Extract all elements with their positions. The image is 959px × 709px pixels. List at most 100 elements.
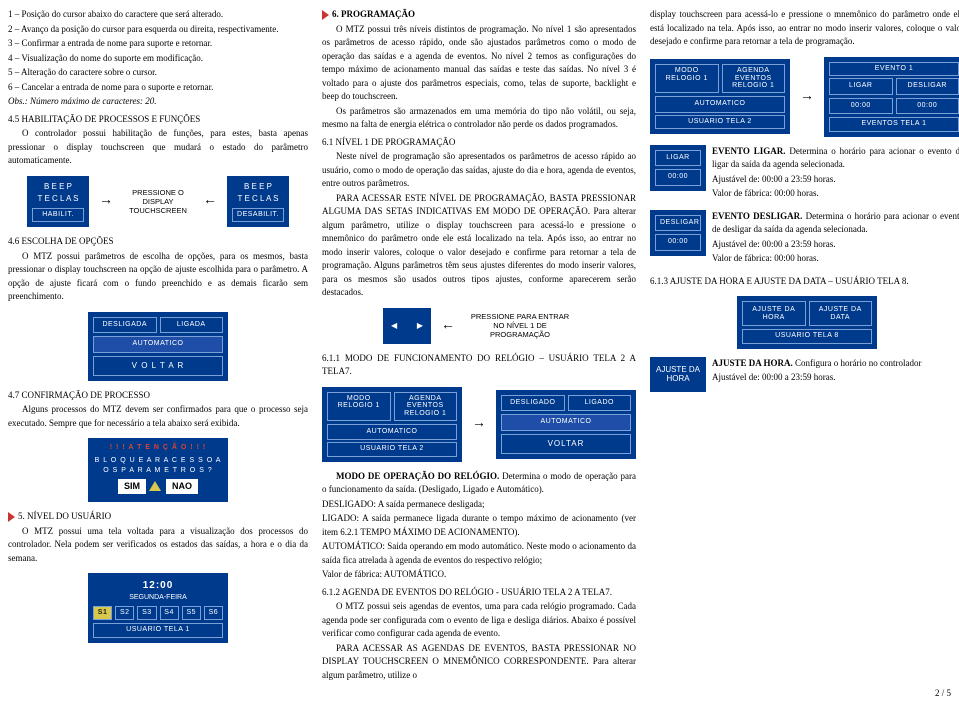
lbl-automatico: AUTOMATICO: [327, 424, 457, 441]
time-ligar: 00:00: [829, 98, 893, 115]
btn-voltar: V O L T A R: [93, 356, 223, 376]
caption: PRESSIONE O DISPLAY TOUCHSCREEN: [123, 188, 193, 215]
section-6-1-3: 6.1.3 AJUSTE DA HORA E AJUSTE DA DATA – …: [650, 275, 959, 289]
screen-desligar: DESLIGAR 00:00: [650, 210, 706, 256]
paragraph: PARA ACESSAR AS AGENDAS DE EVENTOS, BAST…: [322, 642, 636, 683]
btn-ligar: LIGAR: [655, 150, 701, 167]
btn-ajuste-hora: AJUSTE DA HORA: [742, 301, 806, 326]
diagram-opcoes: DESLIGADA LIGADA AUTOMATICO V O L T A R: [8, 312, 308, 381]
column-2: 6. PROGRAMAÇÃO O MTZ possui três níveis …: [322, 8, 636, 683]
s5: S5: [182, 606, 201, 621]
usuario-tela-2: USUARIO TELA 2: [655, 115, 785, 130]
screen-agenda-src: MODO RELOGIO 1 AGENDA EVENTOS RELOGIO 1 …: [650, 59, 790, 134]
section-6-title: 6. PROGRAMAÇÃO: [332, 9, 415, 19]
subhead: AJUSTE DA HORA.: [712, 358, 793, 368]
line: 5 – Alteração do caractere sobre o curso…: [8, 66, 308, 80]
line: 2 – Avanço da posição do cursor para esq…: [8, 23, 308, 37]
row-ajuste-hora: AJUSTE DA HORA AJUSTE DA HORA. Configura…: [650, 357, 959, 392]
line: LIGADO: A saída permanece ligada durante…: [322, 512, 636, 539]
btn-nao: NAO: [166, 479, 198, 495]
screen-evento1: EVENTO 1 LIGAR DESLIGAR 00:00 00:00 EVEN…: [824, 57, 959, 137]
s2: S2: [115, 606, 134, 621]
state-desabilit: DESABILIT.: [232, 208, 284, 223]
btn-desligar: DESLIGAR: [655, 215, 701, 232]
section-4-5: 4.5 HABILITAÇÃO DE PROCESSOS E FUNÇÕES: [8, 113, 308, 127]
screen-confirm: ! ! ! A T E N Ç Ã O ! ! ! B L O Q U E A …: [88, 438, 228, 502]
screen-ligar: LIGAR 00:00: [650, 145, 706, 191]
line: DESLIGADO: A saída permanece desligada;: [322, 498, 636, 512]
label: B E E P: [32, 181, 84, 193]
line: AUTOMÁTICO: Saída operando em modo autom…: [322, 540, 636, 567]
opt-desligada: DESLIGADA: [93, 317, 157, 334]
lbl-automatico: AUTOMATICO: [655, 96, 785, 113]
subhead: EVENTO LIGAR.: [712, 146, 785, 156]
btn-sim: SIM: [118, 479, 146, 495]
line: 4 – Visualização do nome do suporte em m…: [8, 52, 308, 66]
diagram-agenda: MODO RELOGIO 1 AGENDA EVENTOS RELOGIO 1 …: [650, 57, 959, 137]
line: Valor de fábrica: 00:00 horas.: [712, 187, 959, 201]
time: 00:00: [655, 234, 701, 251]
triangle-icon: [8, 512, 15, 522]
btn-modo-relogio: MODO RELOGIO 1: [655, 64, 719, 93]
triangle-icon: [322, 10, 329, 20]
section-6-1-2: 6.1.2 AGENDA DE EVENTOS DO RELÓGIO - USU…: [322, 586, 636, 600]
label: T E C L A S: [32, 193, 84, 205]
screen-beep-desabilit: B E E P T E C L A S DESABILIT.: [227, 176, 289, 228]
btn-agenda-eventos: AGENDA EVENTOS RELOGIO 1: [722, 64, 786, 93]
line: 6 – Cancelar a entrada de nome para o su…: [8, 81, 308, 95]
paragraph: O MTZ possui três níveis distintos de pr…: [322, 23, 636, 104]
s4: S4: [160, 606, 179, 621]
btn-agenda-eventos: AGENDA EVENTOS RELOGIO 1: [394, 392, 458, 421]
lbl-ajuste-hora: AJUSTE DA HORA: [655, 365, 701, 384]
label: T E C L A S: [232, 193, 284, 205]
text: Configura o horário no controlador: [793, 358, 922, 368]
screen-ajuste: AJUSTE DA HORA AJUSTE DA DATA USUARIO TE…: [737, 296, 877, 349]
paragraph: O MTZ possui seis agendas de eventos, um…: [322, 600, 636, 641]
paragraph: O MTZ possui uma tela voltada para a vis…: [8, 525, 308, 566]
paragraph: MODO DE OPERAÇÃO DO RELÓGIO. Determina o…: [322, 470, 636, 497]
clock: 12:00: [93, 578, 223, 593]
section-5: 5. NÍVEL DO USUÁRIO: [8, 510, 308, 524]
warn-question: B L O Q U E A R A C E S S O A O S P A R …: [93, 456, 223, 477]
paragraph: Neste nível de programação são apresenta…: [322, 150, 636, 191]
line: 3 – Confirmar a entrada de nome para sup…: [8, 37, 308, 51]
diagram-enter-level1: ◀ ▶ ← PRESSIONE PARA ENTRAR NO NÍVEL 1 D…: [322, 308, 636, 344]
btn-voltar: VOLTAR: [501, 434, 631, 454]
line: Ajustável de: 00:00 a 23:59 horas.: [712, 238, 959, 252]
screen-modo: MODO RELOGIO 1 AGENDA EVENTOS RELOGIO 1 …: [322, 387, 462, 462]
diagram-habilit: B E E P T E C L A S HABILIT. → PRESSIONE…: [8, 176, 308, 228]
time-desligar: 00:00: [896, 98, 959, 115]
page-number: 2 / 5: [8, 687, 951, 701]
diagram-confirm: ! ! ! A T E N Ç Ã O ! ! ! B L O Q U E A …: [8, 438, 308, 502]
s6: S6: [204, 606, 223, 621]
screen-beep-habilit: B E E P T E C L A S HABILIT.: [27, 176, 89, 228]
btn-ligar: LIGAR: [829, 78, 893, 95]
chevron-left-icon: ◀: [391, 320, 397, 332]
chevron-right-icon: ▶: [417, 320, 423, 332]
opt-ligado: LIGADO: [568, 395, 632, 412]
row-evento-ligar: LIGAR 00:00 EVENTO LIGAR. Determina o ho…: [650, 145, 959, 202]
eventos-tela-1: EVENTOS TELA 1: [829, 117, 959, 132]
section-5-title: 5. NÍVEL DO USUÁRIO: [18, 511, 111, 521]
section-6-1: 6.1 NÍVEL 1 DE PROGRAMAÇÃO: [322, 136, 636, 150]
state-habilit: HABILIT.: [32, 208, 84, 223]
obs: Obs.: Número máximo de caracteres: 20.: [8, 95, 308, 109]
paragraph: EVENTO DESLIGAR. Determina o horário par…: [712, 210, 959, 237]
caption: PRESSIONE PARA ENTRAR NO NÍVEL 1 DE PROG…: [465, 312, 575, 339]
btn-modo-relogio: MODO RELOGIO 1: [327, 392, 391, 421]
row-evento-desligar: DESLIGAR 00:00 EVENTO DESLIGAR. Determin…: [650, 210, 959, 267]
section-4-7: 4.7 CONFIRMAÇÃO DE PROCESSO: [8, 389, 308, 403]
screen-modo-opts: DESLIGADO LIGADO AUTOMATICO VOLTAR: [496, 390, 636, 459]
paragraph: PARA ACESSAR ESTE NÍVEL DE PROGRAMAÇÃO, …: [322, 192, 636, 300]
btn-desligar: DESLIGAR: [896, 78, 959, 95]
arrow-right-icon: →: [99, 194, 113, 208]
arrow-right-icon: →: [472, 417, 486, 431]
opt-automatico: AUTOMATICO: [501, 414, 631, 431]
s3: S3: [137, 606, 156, 621]
usuario-tela-1: USUARIO TELA 1: [93, 623, 223, 638]
paragraph: Alguns processos do MTZ devem ser confir…: [8, 403, 308, 430]
subhead: MODO DE OPERAÇÃO DO RELÓGIO.: [336, 471, 499, 481]
paragraph: EVENTO LIGAR. Determina o horário para a…: [712, 145, 959, 172]
btn-ajuste-data: AJUSTE DA DATA: [809, 301, 873, 326]
section-4-6: 4.6 ESCOLHA DE OPÇÕES: [8, 235, 308, 249]
